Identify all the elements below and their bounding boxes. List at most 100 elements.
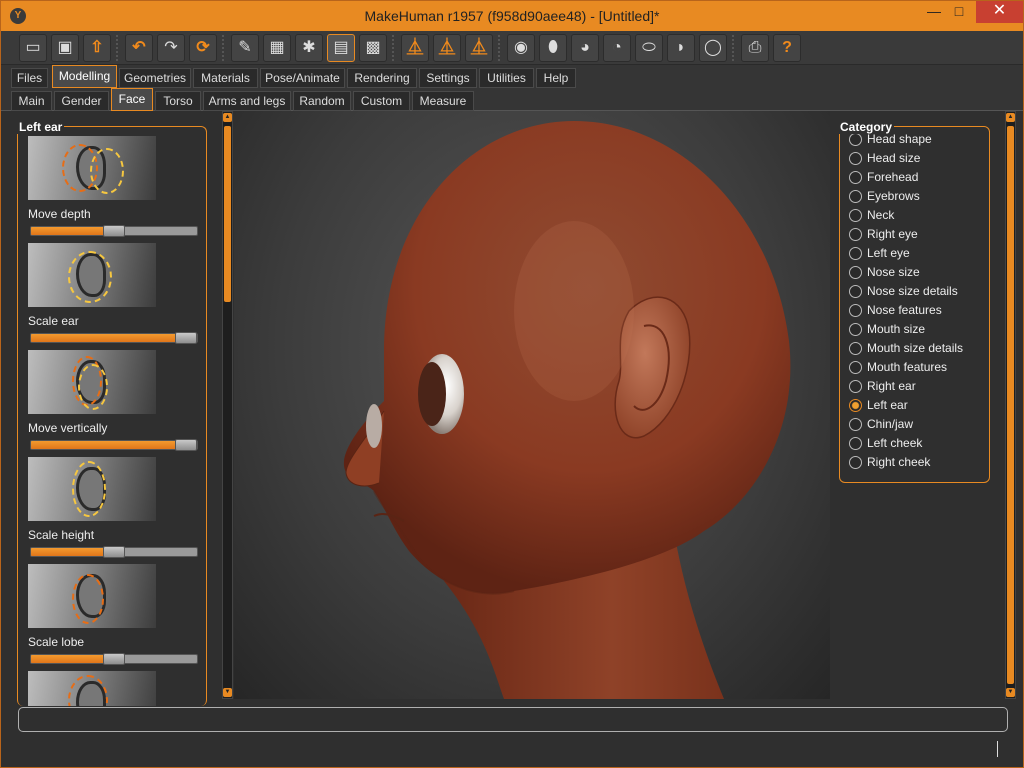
- right-panel-scrollbar[interactable]: ▲ ▼: [1005, 111, 1016, 699]
- subtab-face[interactable]: Face: [111, 88, 153, 111]
- radio-icon: [849, 418, 862, 431]
- ear-preview-image: [28, 671, 156, 706]
- slider-track[interactable]: [30, 653, 198, 665]
- radio-icon: [849, 437, 862, 450]
- tab-rendering[interactable]: Rendering: [347, 68, 417, 88]
- export-icon[interactable]: ⇧: [83, 34, 111, 62]
- category-title: Category: [838, 120, 895, 134]
- category-group: Head shape Head size Forehead Eyebrows N…: [839, 126, 990, 483]
- wireframe-icon[interactable]: ▦: [263, 34, 291, 62]
- tab-files[interactable]: Files: [11, 68, 48, 88]
- scroll-up-icon[interactable]: ▲: [1006, 113, 1015, 122]
- slider-partial: [28, 671, 198, 706]
- main-tab-bar: Files Modelling Geometries Materials Pos…: [1, 65, 1023, 88]
- scroll-down-icon[interactable]: ▼: [1006, 688, 1015, 697]
- radio-icon: [849, 247, 862, 260]
- face-front-icon[interactable]: ◉: [507, 34, 535, 62]
- slider-handle[interactable]: [103, 653, 125, 665]
- subtab-main[interactable]: Main: [11, 91, 52, 111]
- radio-icon: [849, 361, 862, 374]
- 3d-viewport[interactable]: [234, 111, 830, 699]
- save-icon[interactable]: ▣: [51, 34, 79, 62]
- tab-materials[interactable]: Materials: [193, 68, 258, 88]
- close-button[interactable]: ✕: [976, 1, 1023, 23]
- ear-preview-image: [28, 457, 156, 521]
- scroll-down-icon[interactable]: ▼: [223, 688, 232, 697]
- side-view-icon[interactable]: ⏅: [433, 34, 461, 62]
- slider-group: Move depth Scale ear Move vertically Sca…: [17, 126, 207, 706]
- ear-preview-image: [28, 243, 156, 307]
- subtab-measure[interactable]: Measure: [412, 91, 474, 111]
- slider-move-vertically: Move vertically: [28, 350, 198, 457]
- minimize-button[interactable]: —: [920, 1, 948, 23]
- panel-title: Left ear: [17, 120, 65, 134]
- scroll-thumb[interactable]: [1007, 126, 1014, 684]
- slider-scale-lobe: Scale lobe: [28, 564, 198, 671]
- radio-icon: [849, 190, 862, 203]
- smooth-icon[interactable]: ✎: [231, 34, 259, 62]
- subtab-random[interactable]: Random: [293, 91, 351, 111]
- reset-camera-icon[interactable]: ◯: [699, 34, 727, 62]
- help-icon[interactable]: ?: [773, 34, 801, 62]
- progress-status-bar: [18, 707, 1008, 732]
- face-right-icon[interactable]: ◔: [603, 34, 631, 62]
- grid-icon[interactable]: ▤: [327, 34, 355, 62]
- screenshot-icon[interactable]: ⎙: [741, 34, 769, 62]
- checker-icon[interactable]: ▩: [359, 34, 387, 62]
- slider-move-depth: Move depth: [28, 136, 198, 243]
- slider-track[interactable]: [30, 332, 198, 344]
- slider-scale-ear: Scale ear: [28, 243, 198, 350]
- radio-icon: [849, 228, 862, 241]
- radio-icon: [849, 342, 862, 355]
- subtab-custom[interactable]: Custom: [353, 91, 410, 111]
- left-panel-scrollbar[interactable]: ▲ ▼: [222, 111, 233, 699]
- face-bottom-icon[interactable]: ◗: [667, 34, 695, 62]
- tab-settings[interactable]: Settings: [419, 68, 477, 88]
- title-bar: Y MakeHuman r1957 (f958d90aee48) - [Unti…: [1, 1, 1023, 31]
- slider-handle[interactable]: [175, 332, 197, 344]
- maximize-button[interactable]: □: [945, 1, 973, 23]
- pose-icon[interactable]: ✱: [295, 34, 323, 62]
- subtab-torso[interactable]: Torso: [155, 91, 201, 111]
- radio-icon: [849, 266, 862, 279]
- subtab-arms-and-legs[interactable]: Arms and legs: [203, 91, 291, 111]
- tab-geometries[interactable]: Geometries: [119, 68, 191, 88]
- radio-icon: [849, 380, 862, 393]
- slider-track[interactable]: [30, 225, 198, 237]
- slider-handle[interactable]: [103, 546, 125, 558]
- app-window: Y MakeHuman r1957 (f958d90aee48) - [Unti…: [0, 0, 1024, 768]
- tab-utilities[interactable]: Utilities: [479, 68, 534, 88]
- face-back-icon[interactable]: ⬮: [539, 34, 567, 62]
- radio-icon: [849, 285, 862, 298]
- new-file-icon[interactable]: ▭: [19, 34, 47, 62]
- back-view-icon[interactable]: ⏅: [465, 34, 493, 62]
- slider-handle[interactable]: [175, 439, 197, 451]
- radio-icon: [849, 133, 862, 146]
- radio-icon: [849, 304, 862, 317]
- radio-icon: [849, 456, 862, 469]
- tab-help[interactable]: Help: [536, 68, 576, 88]
- undo-icon[interactable]: ↶: [125, 34, 153, 62]
- radio-checked-icon: [849, 399, 862, 412]
- tab-pose-animate[interactable]: Pose/Animate: [260, 68, 345, 88]
- tab-modelling[interactable]: Modelling: [52, 65, 117, 88]
- ear-preview-image: [28, 136, 156, 200]
- slider-handle[interactable]: [103, 225, 125, 237]
- reset-icon[interactable]: ⟳: [189, 34, 217, 62]
- radio-icon: [849, 209, 862, 222]
- front-view-icon[interactable]: ⏅: [401, 34, 429, 62]
- scroll-thumb[interactable]: [224, 126, 231, 302]
- category-panel: Category Head shape Head size Forehead E…: [830, 111, 1023, 699]
- radio-icon: [849, 171, 862, 184]
- scroll-up-icon[interactable]: ▲: [223, 113, 232, 122]
- ear-preview-image: [28, 564, 156, 628]
- human-head-model: [343, 121, 791, 699]
- window-title: MakeHuman r1957 (f958d90aee48) - [Untitl…: [364, 8, 660, 24]
- toolbar: ▭ ▣ ⇧ ↶ ↷ ⟳ ✎ ▦ ✱ ▤ ▩ ⏅ ⏅ ⏅ ◉ ⬮ ◕ ◔ ⬭ ◗ …: [1, 31, 1023, 65]
- slider-track[interactable]: [30, 546, 198, 558]
- face-top-icon[interactable]: ⬭: [635, 34, 663, 62]
- face-left-icon[interactable]: ◕: [571, 34, 599, 62]
- subtab-gender[interactable]: Gender: [54, 91, 109, 111]
- redo-icon[interactable]: ↷: [157, 34, 185, 62]
- slider-track[interactable]: [30, 439, 198, 451]
